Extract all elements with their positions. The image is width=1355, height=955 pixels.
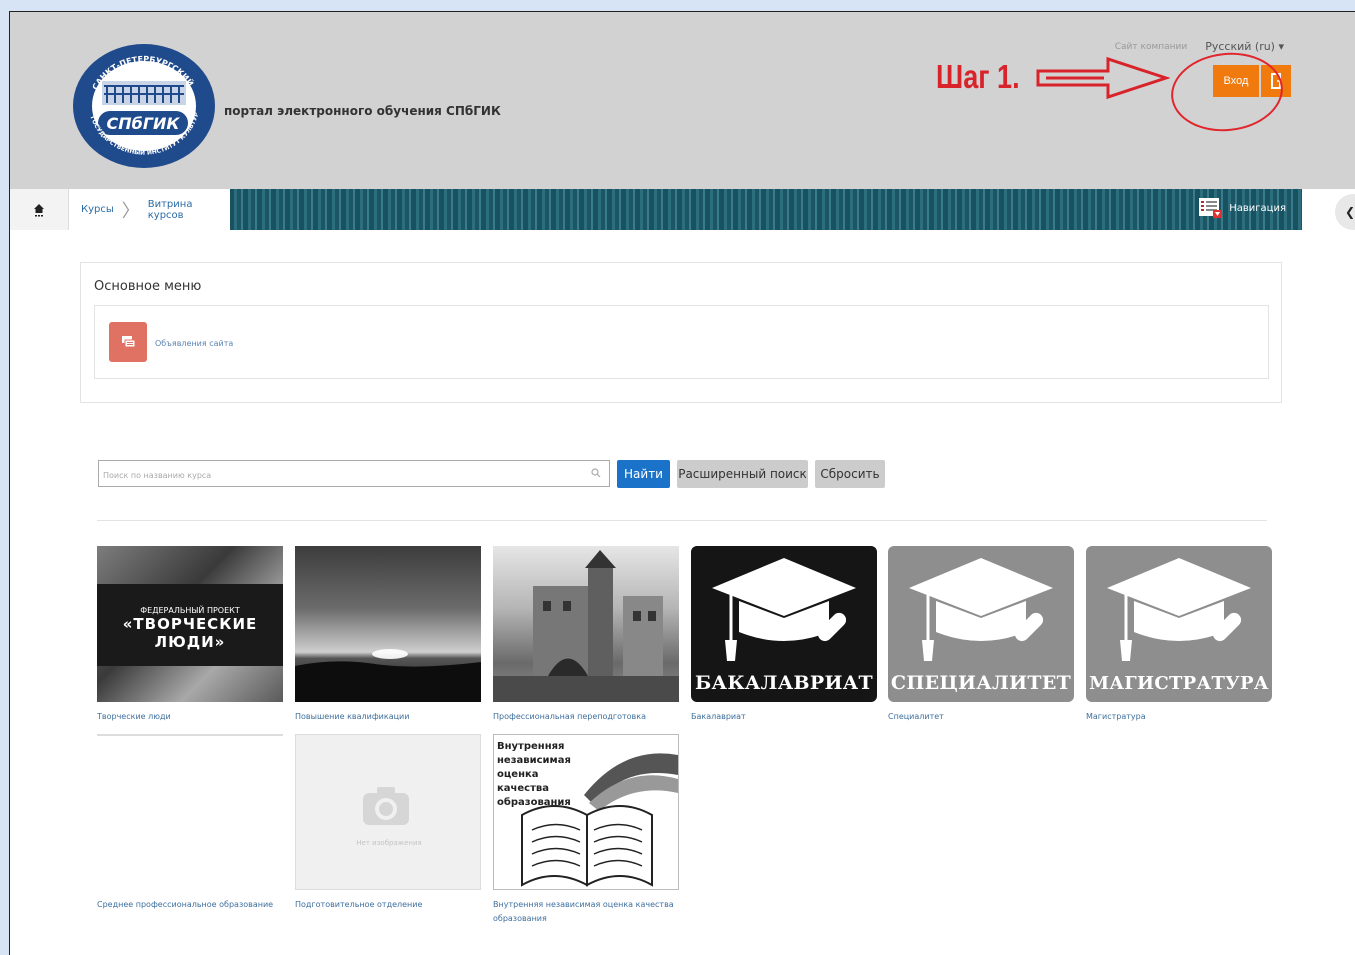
no-image-label: Нет изображения <box>356 839 422 847</box>
course-search-input[interactable]: Поиск по названию курса <box>98 460 610 487</box>
site-announcements-link[interactable]: Объявления сайта <box>155 339 233 348</box>
course-image-label: МАГИСТРАТУРА <box>1089 673 1269 694</box>
course-card-master[interactable]: МАГИСТРАТУРА Магистратура <box>1086 546 1272 724</box>
top-links: Сайт компании Русский (ru) ▾ <box>1115 40 1284 53</box>
course-image-bachelor[interactable]: БАКАЛАВРИАТ <box>691 546 877 702</box>
course-card-preparatory[interactable]: Нет изображения Подготовительное отделен… <box>295 734 481 912</box>
search-icon <box>591 468 601 478</box>
search-placeholder: Поиск по названию курса <box>103 471 212 480</box>
course-title[interactable]: Среднее профессиональное образование <box>97 898 283 912</box>
advanced-search-button[interactable]: Расширенный поиск <box>677 460 808 488</box>
breadcrumb-showcase[interactable]: Витрина курсов <box>148 199 230 221</box>
course-image-castle[interactable] <box>493 546 679 702</box>
course-title[interactable]: Профессиональная переподготовка <box>493 710 679 724</box>
course-image-sunset[interactable] <box>295 546 481 702</box>
annotation-arrow-icon <box>1036 56 1170 100</box>
course-card-quality-assessment[interactable]: Внутренняя независимая оценка качества о… <box>493 734 679 926</box>
forum-icon[interactable] <box>109 322 147 362</box>
page: СПбГИК САНКТ-ПЕТЕРБУРГСКИЙ ГОСУДАРСТВЕНН… <box>9 11 1355 955</box>
course-image-label: БАКАЛАВРИАТ <box>695 672 873 694</box>
home-button[interactable] <box>10 189 69 230</box>
step-annotation: Шаг 1. <box>936 58 1020 95</box>
navigation-list-icon <box>1199 198 1223 218</box>
course-card-secondary-vocational[interactable]: Среднее профессиональное образование <box>97 734 283 912</box>
course-image-empty[interactable] <box>97 734 283 890</box>
course-title[interactable]: Магистратура <box>1086 710 1272 724</box>
reset-button[interactable]: Сбросить <box>815 460 885 488</box>
course-image-specialist[interactable]: СПЕЦИАЛИТЕТ <box>888 546 1074 702</box>
course-image-placeholder[interactable]: Нет изображения <box>295 734 481 890</box>
sunset-scene <box>295 649 481 702</box>
course-image[interactable]: ФЕДЕРАЛЬНЫЙ ПРОЕКТ «ТВОРЧЕСКИЕ ЛЮДИ» <box>97 546 283 702</box>
course-card-bachelor[interactable]: БАКАЛАВРИАТ Бакалавриат <box>691 546 877 724</box>
course-title[interactable]: Подготовительное отделение <box>295 898 481 912</box>
course-card-qualification[interactable]: Повышение квалификации <box>295 546 481 724</box>
course-image-quality[interactable]: Внутренняя независимая оценка качества о… <box>493 734 679 890</box>
home-icon <box>33 203 44 216</box>
site-header: СПбГИК САНКТ-ПЕТЕРБУРГСКИЙ ГОСУДАРСТВЕНН… <box>10 12 1355 189</box>
course-image-master[interactable]: МАГИСТРАТУРА <box>1086 546 1272 702</box>
course-title[interactable]: Внутренняя независимая оценка качества о… <box>493 898 679 926</box>
breadcrumb-bar: Курсы 〉 Витрина курсов Навигация <box>10 189 1302 230</box>
chevron-right-icon: 〉 <box>121 200 140 222</box>
camera-icon <box>363 787 409 825</box>
drawer-toggle[interactable]: ❮ <box>1335 194 1355 230</box>
main-menu-content: Объявления сайта <box>94 305 1269 379</box>
chevron-left-icon: ❮ <box>1344 205 1355 219</box>
course-card-specialist[interactable]: СПЕЦИАЛИТЕТ Специалитет <box>888 546 1074 724</box>
navigation-toggle[interactable]: Навигация <box>1198 197 1286 219</box>
find-button[interactable]: Найти <box>617 460 670 488</box>
annotation-circle <box>1167 47 1287 137</box>
course-image-label: СПЕЦИАЛИТЕТ <box>890 672 1072 694</box>
course-title[interactable]: Бакалавриат <box>691 710 877 724</box>
breadcrumb-courses[interactable]: Курсы <box>81 204 114 215</box>
image-text-line: ЛЮДИ» <box>154 633 226 651</box>
open-book-icon <box>521 753 678 887</box>
course-title[interactable]: Специалитет <box>888 710 1074 724</box>
logo-text-mid: СПбГИК <box>107 114 181 133</box>
course-title[interactable]: Творческие люди <box>97 710 283 724</box>
navigation-label: Навигация <box>1229 202 1286 214</box>
image-text-line: ФЕДЕРАЛЬНЫЙ ПРОЕКТ <box>140 606 240 615</box>
main-menu-block: Основное меню Объявления сайта <box>80 262 1282 403</box>
castle-scene <box>493 550 679 702</box>
spbgik-logo[interactable]: СПбГИК САНКТ-ПЕТЕРБУРГСКИЙ ГОСУДАРСТВЕНН… <box>72 43 216 169</box>
portal-title[interactable]: портал электронного обучения СПбГИК <box>224 104 501 118</box>
course-title[interactable]: Повышение квалификации <box>295 710 481 724</box>
course-card-retraining[interactable]: Профессиональная переподготовка <box>493 546 679 724</box>
course-card-creative-people[interactable]: ФЕДЕРАЛЬНЫЙ ПРОЕКТ «ТВОРЧЕСКИЕ ЛЮДИ» Тво… <box>97 546 283 724</box>
course-image-banner: ФЕДЕРАЛЬНЫЙ ПРОЕКТ «ТВОРЧЕСКИЕ ЛЮДИ» <box>97 584 283 666</box>
image-text-line: «ТВОРЧЕСКИЕ <box>122 615 258 633</box>
language-selector[interactable]: Русский (ru) ▾ <box>1205 40 1284 53</box>
company-site-link[interactable]: Сайт компании <box>1115 42 1187 52</box>
divider <box>97 520 1267 521</box>
main-menu-title: Основное меню <box>94 279 202 294</box>
breadcrumb: Курсы 〉 Витрина курсов <box>10 189 230 230</box>
